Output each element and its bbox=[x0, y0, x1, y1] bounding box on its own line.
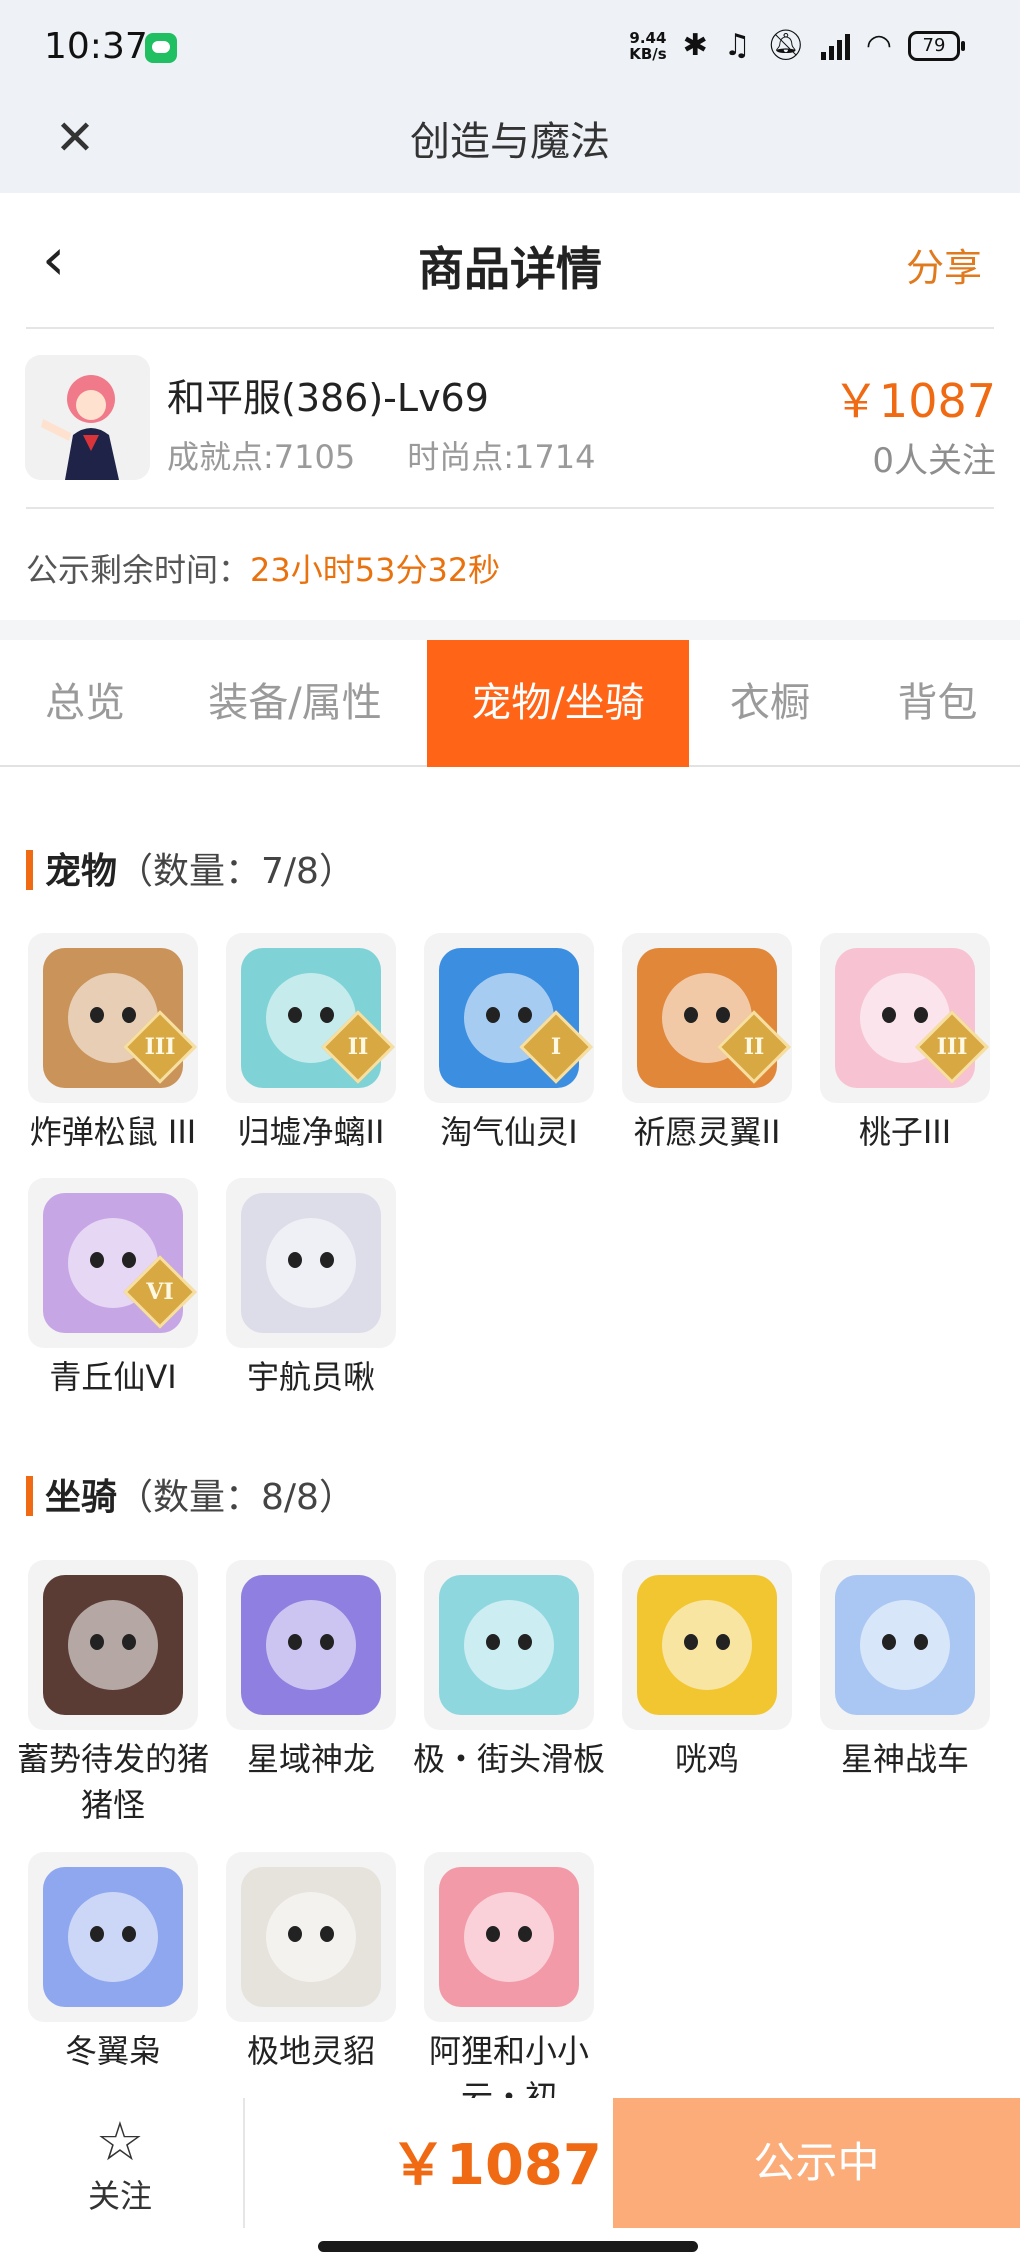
pet-thumbnail: III bbox=[820, 933, 990, 1103]
mount-name: 星神战车 bbox=[840, 1740, 969, 1778]
mount-thumbnail bbox=[226, 1560, 396, 1730]
mount-name: 咣鸡 bbox=[674, 1740, 739, 1778]
mount-name: 星域神龙 bbox=[246, 1740, 375, 1778]
mount-thumbnail bbox=[28, 1852, 198, 2022]
home-indicator[interactable] bbox=[318, 2241, 698, 2252]
pet-item[interactable]: III 炸弹松鼠 III bbox=[28, 933, 198, 1155]
app-bar: ✕ 创造与魔法 bbox=[0, 95, 1020, 193]
pet-item[interactable]: II 归墟净螭II bbox=[226, 933, 396, 1155]
wifi-icon: ◠ bbox=[865, 28, 892, 63]
mount-thumbnail bbox=[820, 1560, 990, 1730]
pet-item[interactable]: I 淘气仙灵I bbox=[424, 933, 594, 1155]
character-avatar bbox=[25, 355, 150, 480]
pet-thumbnail: II bbox=[226, 933, 396, 1103]
divider bbox=[26, 327, 994, 329]
tab-bar: 总览 装备/属性 宠物/坐骑 衣橱 背包 bbox=[0, 640, 1020, 767]
pet-thumbnail: VI bbox=[28, 1178, 198, 1348]
tab-backpack[interactable]: 背包 bbox=[860, 640, 1015, 767]
divider bbox=[26, 507, 994, 509]
tab-pets-mounts[interactable]: 宠物/坐骑 bbox=[427, 640, 689, 767]
page-header: ‹ 商品详情 分享 bbox=[0, 193, 1020, 328]
page-title: 商品详情 bbox=[418, 242, 602, 296]
headphones-icon: ♫ bbox=[723, 28, 751, 63]
tab-equipment[interactable]: 装备/属性 bbox=[180, 640, 410, 767]
top-zone: 10:37 9.44 KB/s ✱ ♫ 🔕︎ ◠ 79 ✕ 创造与魔法 bbox=[0, 0, 1020, 193]
star-icon: ☆ bbox=[95, 2110, 145, 2173]
bluetooth-icon: ✱ bbox=[682, 28, 708, 63]
pets-section-title: 宠物（数量：7/8） bbox=[26, 842, 355, 894]
app-title: 创造与魔法 bbox=[410, 119, 610, 165]
network-speed: 9.44 KB/s bbox=[629, 28, 667, 63]
pet-thumbnail: II bbox=[622, 933, 792, 1103]
pet-name: 桃子III bbox=[858, 1113, 952, 1151]
mount-name: 极地灵貂 bbox=[246, 2032, 375, 2070]
battery-icon: 79 bbox=[908, 30, 965, 61]
mount-thumbnail bbox=[226, 1852, 396, 2022]
tab-overview[interactable]: 总览 bbox=[10, 640, 160, 767]
signal-icon bbox=[820, 32, 850, 60]
pet-thumbnail: III bbox=[28, 933, 198, 1103]
product-stats: 成就点:7105 时尚点:1714 bbox=[167, 432, 595, 478]
pet-name: 归墟净螭II bbox=[237, 1113, 385, 1151]
follow-button[interactable]: ☆ 关注 bbox=[70, 2113, 170, 2217]
section-accent-bar bbox=[26, 850, 33, 890]
publicity-status-button[interactable]: 公示中 bbox=[613, 2098, 1020, 2228]
follow-label: 关注 bbox=[87, 2177, 152, 2215]
mount-item[interactable]: 极・街头滑板 bbox=[413, 1560, 605, 1782]
mount-item[interactable]: 冬翼枭 bbox=[28, 1852, 198, 2074]
mount-name: 冬翼枭 bbox=[64, 2032, 161, 2070]
mount-item[interactable]: 阿狸和小小云・初 bbox=[424, 1852, 594, 2120]
countdown: 23小时53分32秒 bbox=[250, 551, 501, 589]
pet-name: 祈愿灵翼II bbox=[633, 1113, 781, 1151]
section-accent-bar bbox=[26, 1476, 33, 1516]
mount-item[interactable]: 星神战车 bbox=[820, 1560, 990, 1782]
pet-item[interactable]: III 桃子III bbox=[820, 933, 990, 1155]
mount-item[interactable]: 极地灵貂 bbox=[226, 1852, 396, 2074]
mount-item[interactable]: 咣鸡 bbox=[622, 1560, 792, 1782]
share-button[interactable]: 分享 bbox=[906, 237, 982, 292]
mount-name: 极・街头滑板 bbox=[412, 1740, 605, 1778]
tab-wardrobe[interactable]: 衣橱 bbox=[690, 640, 850, 767]
pet-name: 炸弹松鼠 III bbox=[29, 1113, 197, 1151]
pet-name: 淘气仙灵I bbox=[440, 1113, 578, 1151]
pet-item[interactable]: 宇航员啾 bbox=[226, 1178, 396, 1400]
mount-item[interactable]: 蓄势待发的猪猪怪 bbox=[17, 1560, 209, 1828]
status-icons: 9.44 KB/s ✱ ♫ 🔕︎ ◠ 79 bbox=[629, 28, 965, 63]
mount-thumbnail bbox=[622, 1560, 792, 1730]
pet-thumbnail: I bbox=[424, 933, 594, 1103]
bottom-price: ￥1087 bbox=[390, 2133, 602, 2198]
wechat-icon bbox=[145, 33, 177, 63]
follower-count: 0人关注 bbox=[872, 441, 996, 481]
pet-name: 青丘仙VI bbox=[49, 1358, 177, 1396]
product-name: 和平服(386)-Lv69 bbox=[167, 376, 489, 420]
notice-label: 公示剩余时间： bbox=[26, 551, 251, 589]
section-gap bbox=[0, 620, 1020, 640]
status-bar: 10:37 9.44 KB/s ✱ ♫ 🔕︎ ◠ 79 bbox=[0, 0, 1020, 95]
fashion-points: 时尚点:1714 bbox=[407, 438, 596, 476]
mount-thumbnail bbox=[424, 1852, 594, 2022]
pet-item[interactable]: II 祈愿灵翼II bbox=[622, 933, 792, 1155]
mount-thumbnail bbox=[424, 1560, 594, 1730]
mute-icon: 🔕︎ bbox=[766, 28, 805, 63]
mount-thumbnail bbox=[28, 1560, 198, 1730]
mounts-section-title: 坐骑（数量：8/8） bbox=[26, 1468, 355, 1520]
mount-name: 蓄势待发的猪猪怪 bbox=[16, 1740, 209, 1824]
pet-item[interactable]: VI 青丘仙VI bbox=[28, 1178, 198, 1400]
pet-thumbnail bbox=[226, 1178, 396, 1348]
publicity-notice: 公示剩余时间：23小时53分32秒 bbox=[26, 545, 500, 591]
pet-name: 宇航员啾 bbox=[246, 1358, 375, 1396]
status-time: 10:37 bbox=[44, 26, 148, 67]
achievement-points: 成就点:7105 bbox=[167, 438, 356, 476]
mount-item[interactable]: 星域神龙 bbox=[226, 1560, 396, 1782]
product-price: ￥1087 bbox=[832, 374, 996, 428]
divider bbox=[243, 2098, 245, 2228]
